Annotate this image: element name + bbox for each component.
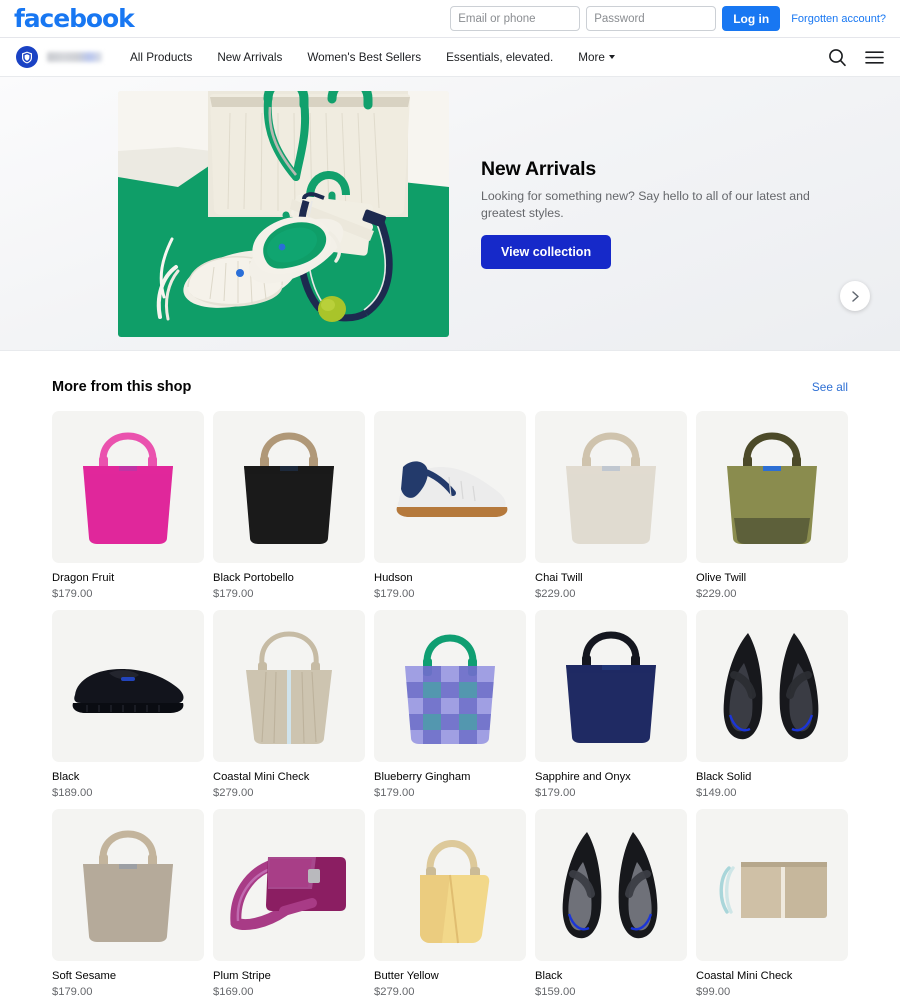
product-name: Black Solid bbox=[696, 770, 752, 783]
hero-subtitle: Looking for something new? Say hello to … bbox=[481, 188, 810, 220]
login-button[interactable]: Log in bbox=[722, 6, 781, 31]
hamburger-menu-icon[interactable] bbox=[865, 50, 884, 65]
product-thumbnail[interactable] bbox=[52, 411, 204, 563]
product-thumbnail[interactable] bbox=[696, 609, 848, 762]
view-collection-button[interactable]: View collection bbox=[481, 235, 612, 270]
section-title: More from this shop bbox=[52, 379, 192, 395]
product-card[interactable]: Black Portobello $179.00 bbox=[213, 411, 365, 602]
product-thumbnail[interactable] bbox=[696, 808, 848, 961]
nav-item-new-arrivals[interactable]: New Arrivals bbox=[217, 51, 282, 64]
see-all-link[interactable]: See all bbox=[812, 380, 848, 394]
product-price: $179.00 bbox=[535, 787, 576, 800]
product-card[interactable]: Sapphire and Onyx $179.00 bbox=[535, 609, 687, 801]
product-name: Black Portobello bbox=[213, 572, 294, 584]
product-name: Black bbox=[535, 969, 563, 982]
hero-text-block: New Arrivals Looking for something new? … bbox=[481, 158, 853, 270]
email-field[interactable] bbox=[450, 6, 581, 31]
hero-image[interactable] bbox=[118, 90, 449, 337]
product-card[interactable]: Olive Twill $229.00 bbox=[696, 411, 848, 602]
product-thumbnail[interactable] bbox=[374, 411, 526, 563]
product-card[interactable]: Black $189.00 bbox=[52, 609, 204, 801]
product-name: Dragon Fruit bbox=[52, 572, 115, 584]
product-card[interactable]: Soft Sesame $179.00 bbox=[52, 808, 204, 1000]
product-card[interactable]: Coastal Mini Check $279.00 bbox=[213, 609, 365, 801]
product-name: Plum Stripe bbox=[213, 969, 271, 982]
product-name: Olive Twill bbox=[696, 572, 747, 584]
product-name: Hudson bbox=[374, 572, 413, 584]
product-thumbnail[interactable] bbox=[535, 609, 687, 762]
product-price: $179.00 bbox=[374, 787, 415, 800]
shop-nav-icons bbox=[828, 48, 884, 67]
product-thumbnail[interactable] bbox=[374, 609, 526, 762]
product-price: $279.00 bbox=[374, 986, 415, 999]
product-card[interactable]: Plum Stripe $169.00 bbox=[213, 808, 365, 1000]
product-card[interactable]: Coastal Mini Check $99.00 bbox=[696, 808, 848, 1000]
hero-banner: New Arrivals Looking for something new? … bbox=[0, 77, 900, 351]
product-thumbnail[interactable] bbox=[213, 609, 365, 762]
product-card[interactable]: Dragon Fruit $179.00 bbox=[52, 411, 204, 602]
chevron-down-icon bbox=[608, 55, 615, 59]
product-card[interactable]: Chai Twill $229.00 bbox=[535, 411, 687, 602]
nav-item-more-label: More bbox=[578, 50, 605, 64]
hero-title: New Arrivals bbox=[481, 157, 597, 180]
product-price: $279.00 bbox=[213, 787, 254, 800]
product-thumbnail[interactable] bbox=[52, 609, 204, 762]
product-price: $179.00 bbox=[52, 588, 93, 601]
product-name: Blueberry Gingham bbox=[374, 770, 471, 783]
product-name: Butter Yellow bbox=[374, 969, 439, 982]
search-icon[interactable] bbox=[828, 48, 847, 67]
shop-avatar[interactable] bbox=[16, 46, 38, 68]
nav-item-more[interactable]: More bbox=[578, 51, 615, 64]
product-price: $149.00 bbox=[696, 787, 737, 800]
nav-item-essentials[interactable]: Essentials, elevated. bbox=[446, 51, 553, 64]
product-name: Chai Twill bbox=[535, 572, 583, 584]
product-grid: Dragon Fruit $179.00 Black Portobello $1… bbox=[52, 411, 848, 1004]
product-price: $189.00 bbox=[52, 787, 93, 800]
nav-item-womens-best-sellers[interactable]: Women's Best Sellers bbox=[307, 51, 421, 64]
shop-nav-links: All Products New Arrivals Women's Best S… bbox=[130, 51, 615, 64]
product-card[interactable]: Butter Yellow $279.00 bbox=[374, 808, 526, 1000]
product-thumbnail[interactable] bbox=[52, 808, 204, 961]
product-price: $169.00 bbox=[213, 986, 254, 999]
product-price: $229.00 bbox=[535, 588, 576, 601]
facebook-top-bar: facebook Log in Forgotten account? bbox=[0, 0, 900, 38]
product-thumbnail[interactable] bbox=[696, 411, 848, 563]
shop-page: facebook Log in Forgotten account? All P… bbox=[0, 0, 900, 1004]
product-name: Black bbox=[52, 770, 80, 783]
forgotten-account-link[interactable]: Forgotten account? bbox=[791, 13, 886, 25]
product-thumbnail[interactable] bbox=[535, 411, 687, 563]
password-field[interactable] bbox=[586, 6, 717, 31]
product-price: $179.00 bbox=[52, 986, 93, 999]
product-name: Coastal Mini Check bbox=[213, 770, 310, 783]
product-thumbnail[interactable] bbox=[213, 808, 365, 961]
product-name: Coastal Mini Check bbox=[696, 969, 793, 982]
product-name: Soft Sesame bbox=[52, 969, 117, 982]
login-form: Log in Forgotten account? bbox=[450, 6, 886, 31]
product-card[interactable]: Blueberry Gingham $179.00 bbox=[374, 609, 526, 801]
chevron-right-icon bbox=[851, 290, 859, 302]
more-from-this-shop-section: More from this shop See all Dragon Fruit… bbox=[0, 351, 900, 1004]
shop-name-redacted bbox=[47, 52, 102, 62]
product-name: Sapphire and Onyx bbox=[535, 770, 631, 783]
product-thumbnail[interactable] bbox=[374, 808, 526, 961]
product-thumbnail[interactable] bbox=[535, 808, 687, 961]
product-thumbnail[interactable] bbox=[213, 411, 365, 563]
facebook-logo[interactable]: facebook bbox=[14, 6, 135, 31]
product-card[interactable]: Black Solid $149.00 bbox=[696, 609, 848, 801]
nav-item-all-products[interactable]: All Products bbox=[130, 51, 192, 64]
product-price: $179.00 bbox=[213, 588, 254, 601]
shop-navigation-bar: All Products New Arrivals Women's Best S… bbox=[0, 38, 900, 77]
section-header: More from this shop See all bbox=[52, 379, 848, 395]
product-price: $179.00 bbox=[374, 588, 415, 601]
hero-next-button[interactable] bbox=[840, 281, 870, 311]
product-price: $159.00 bbox=[535, 986, 576, 999]
product-price: $229.00 bbox=[696, 588, 737, 601]
product-card[interactable]: Hudson $179.00 bbox=[374, 411, 526, 602]
product-price: $99.00 bbox=[696, 986, 731, 999]
product-card[interactable]: Black $159.00 bbox=[535, 808, 687, 1000]
